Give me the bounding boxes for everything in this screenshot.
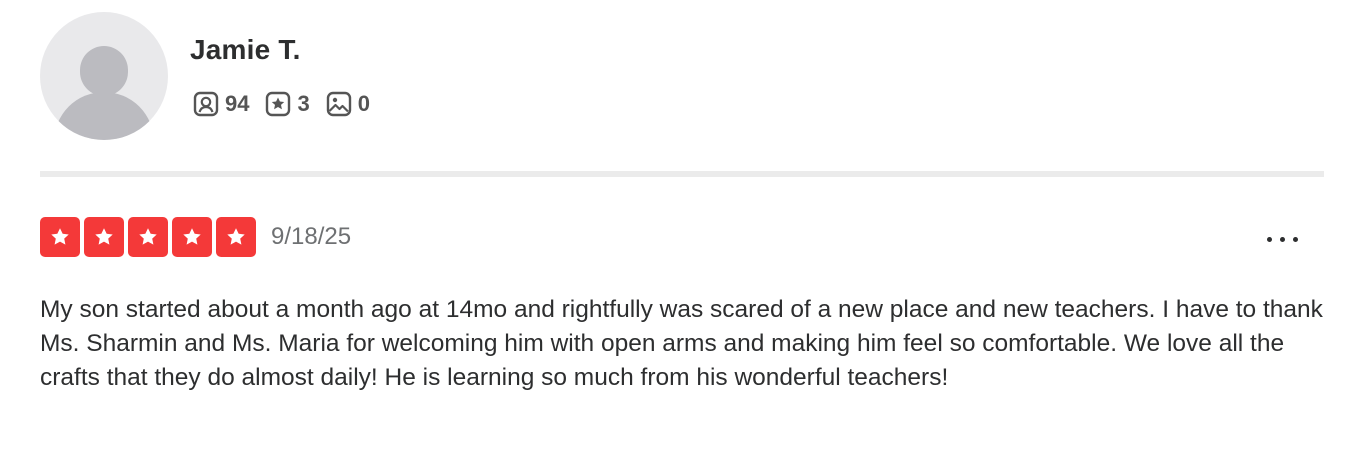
friends-count: 94 [225, 91, 250, 116]
reviews-count: 3 [297, 91, 310, 116]
more-options-button[interactable] [1258, 222, 1306, 256]
more-options-icon [1292, 236, 1298, 242]
reviewer-name[interactable]: Jamie T. [190, 34, 301, 66]
photo-icon [326, 91, 351, 117]
friends-icon [193, 91, 219, 117]
avatar-head-shape [80, 46, 128, 96]
avatar[interactable] [40, 12, 168, 140]
reviewer-stats: 94 3 0 [193, 88, 386, 120]
photos-count: 0 [357, 91, 370, 116]
star-icon [216, 217, 256, 257]
review-date: 9/18/25 [271, 223, 352, 250]
friends-stat: 94 [193, 91, 249, 117]
reviews-stat: 3 [265, 91, 310, 117]
star-icon [128, 217, 168, 257]
review-text: My son started about a month ago at 14mo… [40, 296, 1323, 391]
divider [40, 171, 1324, 177]
star-icon [172, 217, 212, 257]
star-icon [40, 217, 80, 257]
photos-stat: 0 [326, 91, 370, 117]
more-options-icon [1279, 236, 1285, 242]
review-star-icon [266, 91, 291, 117]
more-options-icon [1266, 236, 1272, 242]
star-icon [84, 217, 124, 257]
star-rating [40, 217, 260, 257]
avatar-body-shape [54, 92, 154, 140]
